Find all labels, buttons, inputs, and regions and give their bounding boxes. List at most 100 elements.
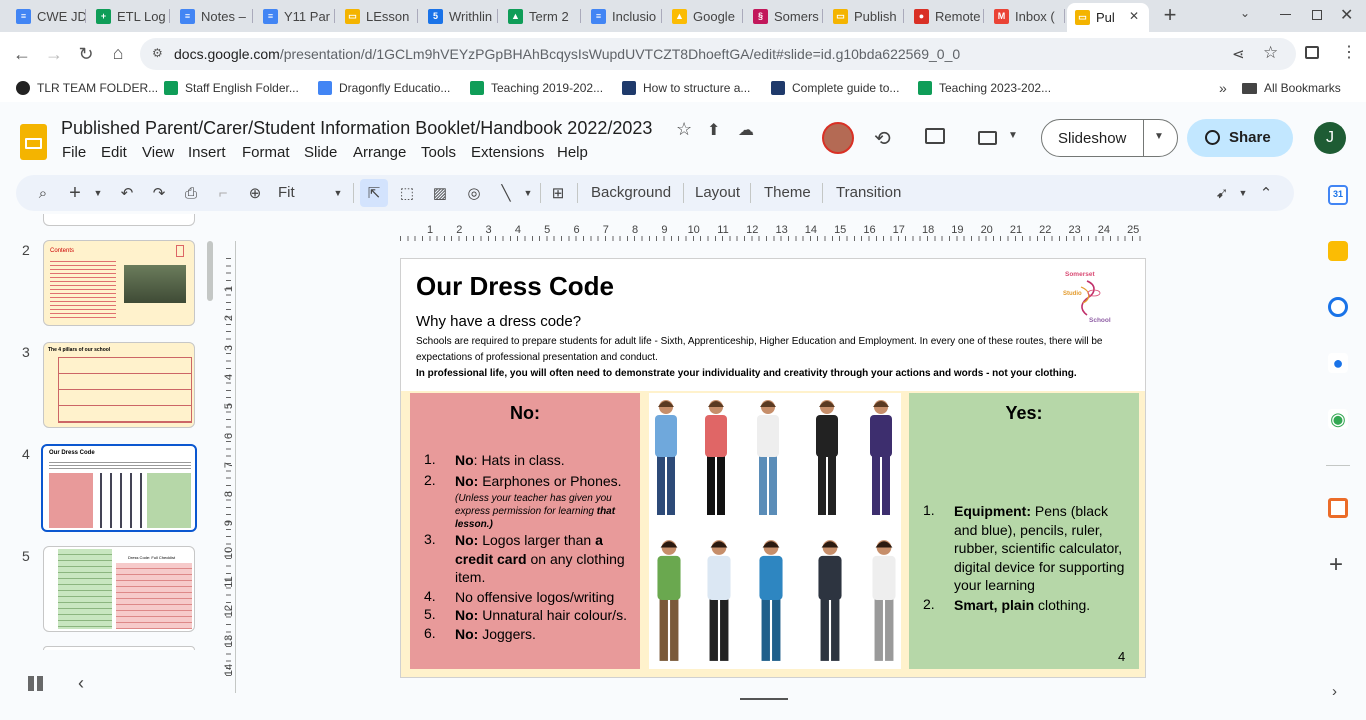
undo-icon[interactable]: ↶ [118, 183, 136, 203]
comments-icon[interactable] [925, 128, 945, 144]
collapse-filmstrip-icon[interactable]: ‹ [78, 673, 84, 694]
no-list-box[interactable]: No: 1. No: Hats in class. 2. No: Earphon… [410, 393, 640, 669]
get-addons-icon[interactable]: + [1329, 551, 1343, 579]
pointer-mode-dropdown-icon[interactable]: ▼ [1237, 183, 1249, 203]
menu-format[interactable]: Format [242, 144, 290, 161]
new-slide-icon[interactable]: + [66, 182, 84, 204]
zoom-icon[interactable]: ⊕ [246, 183, 264, 203]
move-to-folder-icon[interactable]: ⬆ [707, 120, 720, 140]
browser-tab[interactable]: M Inbox ( [986, 3, 1065, 29]
browser-tab[interactable]: ▲ Term 2 [500, 3, 581, 29]
meet-dropdown-icon[interactable]: ▼ [1008, 130, 1018, 141]
menu-help[interactable]: Help [557, 144, 588, 161]
collapse-toolbar-icon[interactable]: ⌃ [1258, 183, 1274, 203]
new-slide-dropdown-icon[interactable]: ▼ [92, 183, 104, 203]
layout-button[interactable]: Layout [695, 184, 740, 201]
menu-view[interactable]: View [142, 144, 174, 161]
maps-icon[interactable]: ◉ [1328, 409, 1348, 429]
pointer-mode-icon[interactable]: ➹ [1212, 183, 1232, 203]
menu-insert[interactable]: Insert [188, 144, 226, 161]
tab-active[interactable]: ▭ Pul ✕ [1067, 3, 1149, 32]
menu-slide[interactable]: Slide [304, 144, 337, 161]
browser-tab[interactable]: ≡ Y11 Par [255, 3, 335, 29]
slide-thumb-5[interactable]: Dress Code: Full Checklist [43, 546, 195, 632]
side-panel-icon[interactable] [1305, 46, 1319, 59]
zoom-dropdown-icon[interactable]: ▼ [332, 183, 344, 203]
bookmark-item[interactable]: Dragonfly Educatio... [318, 81, 450, 95]
version-history-icon[interactable]: ⟲ [874, 126, 891, 151]
home-icon[interactable]: ⌂ [106, 41, 130, 65]
yes-list-box[interactable]: Yes: 1. Equipment: Pens (black and blue)… [909, 393, 1139, 669]
close-tab-icon[interactable]: ✕ [1129, 9, 1139, 23]
url-text[interactable]: docs.google.com/presentation/d/1GCLm9hVE… [174, 46, 960, 62]
slideshow-dropdown-icon[interactable]: ▼ [1154, 131, 1164, 142]
slide-thumb-2[interactable]: Contents [43, 240, 195, 326]
menu-file[interactable]: File [62, 144, 86, 161]
bookmarks-overflow-icon[interactable]: » [1219, 80, 1227, 96]
tasks-icon[interactable] [1328, 297, 1348, 317]
browser-tab[interactable]: ≡ Inclusio [583, 3, 662, 29]
select-frame-icon[interactable]: ⬚ [397, 183, 417, 203]
minimize-button[interactable] [1280, 14, 1291, 15]
select-tool-icon[interactable]: ⇱ [360, 179, 388, 207]
paint-format-icon[interactable]: ⌐ [214, 183, 232, 203]
redo-icon[interactable]: ↷ [150, 183, 168, 203]
account-avatar[interactable]: J [1314, 122, 1346, 154]
bookmark-item[interactable]: Staff English Folder... [164, 81, 299, 95]
slide-title[interactable]: Our Dress Code [416, 271, 614, 302]
site-info-icon[interactable]: ⚙ [152, 46, 164, 60]
bookmark-star-icon[interactable]: ☆ [1263, 43, 1278, 63]
contacts-icon[interactable]: ● [1328, 353, 1348, 373]
chrome-menu-icon[interactable]: ⋮ [1341, 42, 1357, 62]
slide-paragraph-2[interactable]: In professional life, you will often nee… [416, 366, 1131, 382]
browser-tab[interactable]: § Somers [745, 3, 823, 29]
people-illustration[interactable] [649, 393, 901, 669]
bookmark-item[interactable]: Complete guide to... [771, 81, 899, 95]
line-icon[interactable]: ╲ [496, 183, 516, 203]
school-logo[interactable]: Somerset Studio School [1061, 269, 1111, 327]
show-side-panel-icon[interactable]: › [1332, 683, 1337, 700]
browser-tab[interactable]: ≡ Notes – [172, 3, 253, 29]
grid-view-icon[interactable] [28, 676, 43, 691]
menu-tools[interactable]: Tools [421, 144, 456, 161]
canvas-scrollbar[interactable] [740, 698, 788, 700]
zoom-select[interactable]: Fit [278, 184, 295, 201]
slide-canvas[interactable]: Our Dress Code Why have a dress code? Sc… [400, 258, 1146, 678]
new-tab-button[interactable]: + [1160, 4, 1180, 26]
bookmark-item[interactable]: Teaching 2019-202... [470, 81, 603, 95]
theme-button[interactable]: Theme [764, 184, 811, 201]
filmstrip-scrollbar[interactable] [207, 241, 213, 301]
share-page-icon[interactable]: ⋖ [1232, 45, 1245, 63]
tab-search-icon[interactable]: ⌄ [1240, 6, 1250, 20]
reload-button[interactable]: ↻ [74, 42, 98, 66]
meet-icon[interactable] [978, 131, 997, 145]
search-menus-icon[interactable]: ⌕ [34, 183, 52, 203]
menu-edit[interactable]: Edit [101, 144, 127, 161]
slideshow-button[interactable]: Slideshow ▼ [1041, 119, 1178, 157]
shape-icon[interactable]: ◎ [464, 183, 484, 203]
menu-extensions[interactable]: Extensions [471, 144, 544, 161]
browser-tab[interactable]: ≡ CWE JD [8, 3, 86, 29]
all-bookmarks[interactable]: All Bookmarks [1242, 81, 1341, 95]
comment-add-icon[interactable]: ⊞ [548, 183, 568, 203]
transition-button[interactable]: Transition [836, 184, 901, 201]
cloud-status-icon[interactable]: ☁ [738, 120, 754, 140]
office-addon-icon[interactable] [1328, 498, 1348, 518]
close-window-button[interactable]: ✕ [1340, 5, 1353, 25]
document-title[interactable]: Published Parent/Carer/Student Informati… [61, 118, 652, 139]
keep-icon[interactable] [1328, 241, 1348, 261]
slide-thumb-3[interactable]: The 4 pillars of our school [43, 342, 195, 428]
browser-tab[interactable]: ▲ Google [664, 3, 743, 29]
browser-tab[interactable]: ● Remote [906, 3, 984, 29]
menu-arrange[interactable]: Arrange [353, 144, 406, 161]
line-dropdown-icon[interactable]: ▼ [522, 183, 534, 203]
calendar-icon[interactable]: 31 [1328, 185, 1348, 205]
restore-button[interactable] [1312, 10, 1322, 20]
star-icon[interactable]: ☆ [676, 119, 692, 140]
bookmark-item[interactable]: TLR TEAM FOLDER... [16, 81, 158, 95]
image-icon[interactable]: ▨ [430, 183, 450, 203]
slide-paragraph-1[interactable]: Schools are required to prepare students… [416, 334, 1131, 366]
collaborator-avatar[interactable] [822, 122, 854, 154]
back-button[interactable]: ← [10, 42, 34, 66]
background-button[interactable]: Background [591, 184, 671, 201]
